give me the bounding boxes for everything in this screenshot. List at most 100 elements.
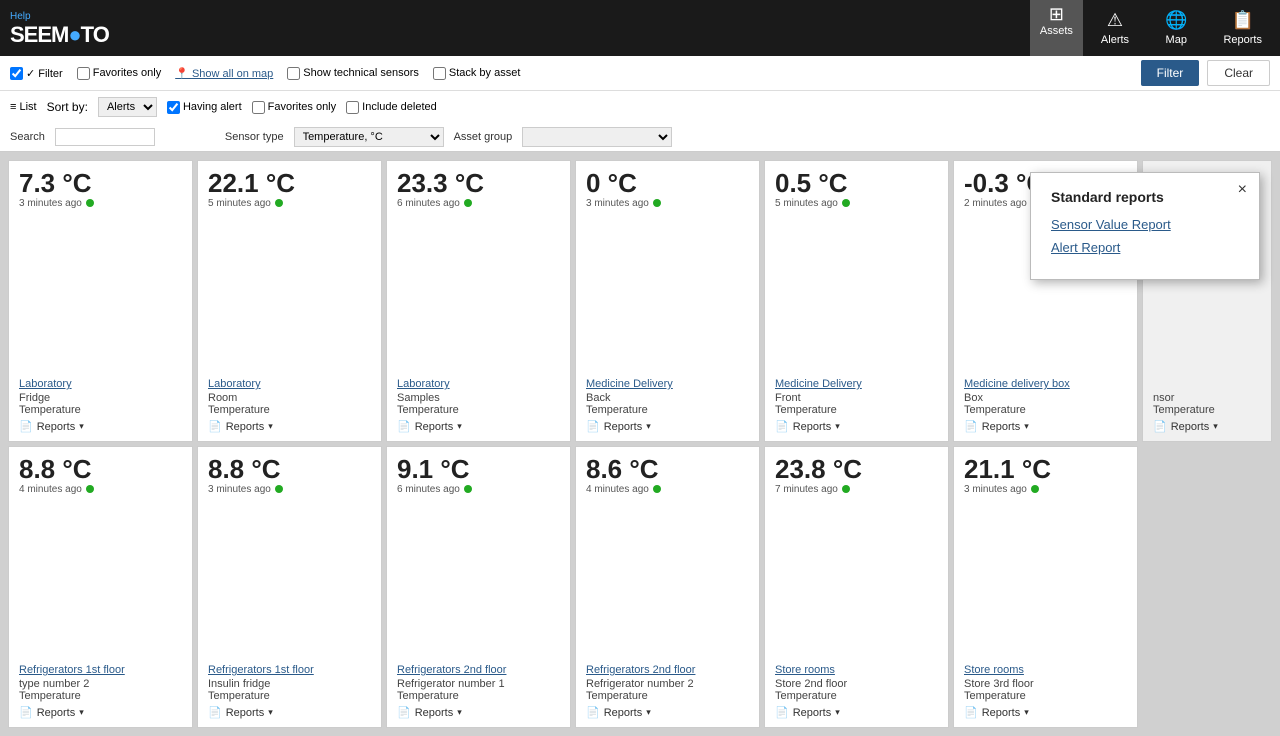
card-value: 9.1 °C [397,455,560,484]
reports-label: Reports [982,421,1021,433]
card-sub: Back [586,392,749,404]
popup-box: × Standard reports Sensor Value Report A… [1030,172,1260,280]
nav-reports[interactable]: 📋 Reports [1205,0,1280,56]
card-location[interactable]: Refrigerators 2nd floor [397,664,560,676]
nav-items: ⚠ Alerts 🌐 Map 📋 Reports [1083,0,1280,56]
assets-icon: ⊞ [1049,4,1064,25]
card-value: 0.5 °C [775,169,938,198]
reports-button[interactable]: 📄 Reports ▾ [208,706,371,719]
reports-label: Reports [982,707,1021,719]
asset-group-select[interactable] [522,127,672,147]
card-location[interactable]: Medicine Delivery [775,378,938,390]
reports-button[interactable]: 📄 Reports ▾ [775,420,938,433]
card-sensor-type: Temperature [1153,404,1261,416]
reports-button[interactable]: 📄 Reports ▾ [208,420,371,433]
favorites-only-checkbox[interactable]: Favorites only [77,67,161,80]
card-location[interactable]: Refrigerators 2nd floor [586,664,749,676]
sensor-card: 23.3 °C 6 minutes ago Laboratory Samples… [386,160,571,442]
reports-icon: 📄 [586,706,600,719]
card-sensor-type: Temperature [208,404,371,416]
clear-button[interactable]: Clear [1207,60,1270,86]
alert-report-link[interactable]: Alert Report [1051,240,1239,255]
status-dot [86,199,94,207]
reports-label: Reports [37,421,76,433]
filter-checkbox[interactable]: ✓ Filter [10,67,63,80]
chevron-down-icon: ▾ [79,421,84,432]
assets-label: Assets [1040,25,1073,37]
reports-button[interactable]: 📄 Reports ▾ [964,420,1127,433]
card-location[interactable]: Laboratory [397,378,560,390]
search-label: Search [10,131,45,143]
sensor-card: 7.3 °C 3 minutes ago Laboratory Fridge T… [8,160,193,442]
favorites-only2-label: Favorites only [268,101,336,113]
help-link[interactable]: Help [10,11,31,22]
sort-label: Sort by: [47,100,88,114]
status-dot [842,199,850,207]
assets-button[interactable]: ⊞ Assets [1030,0,1083,56]
reports-button[interactable]: 📄 Reports ▾ [775,706,938,719]
reports-button[interactable]: 📄 Reports ▾ [1153,420,1261,433]
show-technical-checkbox[interactable]: Show technical sensors [287,67,419,80]
filter-checkbox-input[interactable] [10,67,23,80]
main-content: 7.3 °C 3 minutes ago Laboratory Fridge T… [0,152,1280,736]
sensor-card: 8.6 °C 4 minutes ago Refrigerators 2nd f… [575,446,760,728]
card-sensor-type: Temperature [397,404,560,416]
search-input[interactable] [55,128,155,146]
card-location[interactable]: Refrigerators 1st floor [19,664,182,676]
card-value: 23.8 °C [775,455,938,484]
favorites-only2-input[interactable] [252,101,265,114]
reports-button[interactable]: 📄 Reports ▾ [397,420,560,433]
card-time: 6 minutes ago [397,484,560,495]
reports-label: Reports [604,421,643,433]
show-all-map-link[interactable]: 📍 Show all on map [175,67,273,80]
card-location[interactable]: Refrigerators 1st floor [208,664,371,676]
card-location[interactable]: Medicine delivery box [964,378,1127,390]
having-alert-checkbox[interactable]: Having alert [167,101,242,114]
card-location[interactable]: Store rooms [775,664,938,676]
reports-label: Reports [1171,421,1210,433]
toolbar-row1: ✓ Filter Favorites only 📍 Show all on ma… [0,56,1280,91]
favorites-only-input[interactable] [77,67,90,80]
sensor-card: 22.1 °C 5 minutes ago Laboratory Room Te… [197,160,382,442]
card-time: 3 minutes ago [586,198,749,209]
map-icon: 🌐 [1165,10,1187,31]
reports-button[interactable]: 📄 Reports ▾ [586,420,749,433]
filter-button[interactable]: Filter [1141,60,1200,86]
reports-button[interactable]: 📄 Reports ▾ [19,420,182,433]
stack-by-asset-input[interactable] [433,67,446,80]
list-button[interactable]: ≡ List [10,101,37,113]
reports-icon: 📋 [1232,10,1254,31]
card-location[interactable]: Laboratory [19,378,182,390]
reports-button[interactable]: 📄 Reports ▾ [397,706,560,719]
include-deleted-checkbox[interactable]: Include deleted [346,101,437,114]
sensor-type-row: Sensor type Temperature, °C [225,127,444,147]
card-sub: Samples [397,392,560,404]
card-location[interactable]: Medicine Delivery [586,378,749,390]
nav-alerts[interactable]: ⚠ Alerts [1083,0,1147,56]
sensor-type-select[interactable]: Temperature, °C [294,127,444,147]
card-sensor-type: Temperature [775,404,938,416]
card-time: 6 minutes ago [397,198,560,209]
reports-button[interactable]: 📄 Reports ▾ [964,706,1127,719]
reports-icon: 📄 [586,420,600,433]
sort-select[interactable]: Alerts [98,97,157,117]
card-location[interactable]: Laboratory [208,378,371,390]
top-nav: Help SEEM●TO ⊞ Assets ⚠ Alerts 🌐 Map 📋 R… [0,0,1280,56]
having-alert-input[interactable] [167,101,180,114]
card-sensor-type: Temperature [586,404,749,416]
search-row: Search [10,128,155,146]
include-deleted-input[interactable] [346,101,359,114]
favorites-only2-checkbox[interactable]: Favorites only [252,101,336,114]
card-sub: Insulin fridge [208,678,371,690]
reports-button[interactable]: 📄 Reports ▾ [586,706,749,719]
card-location[interactable]: Store rooms [964,664,1127,676]
stack-by-asset-checkbox[interactable]: Stack by asset [433,67,521,80]
sensor-card: 8.8 °C 3 minutes ago Refrigerators 1st f… [197,446,382,728]
show-technical-input[interactable] [287,67,300,80]
reports-button[interactable]: 📄 Reports ▾ [19,706,182,719]
sensor-value-report-link[interactable]: Sensor Value Report [1051,217,1239,232]
reports-label: Reports [226,421,265,433]
popup-close-button[interactable]: × [1238,181,1247,199]
nav-map[interactable]: 🌐 Map [1147,0,1205,56]
reports-icon: 📄 [964,420,978,433]
